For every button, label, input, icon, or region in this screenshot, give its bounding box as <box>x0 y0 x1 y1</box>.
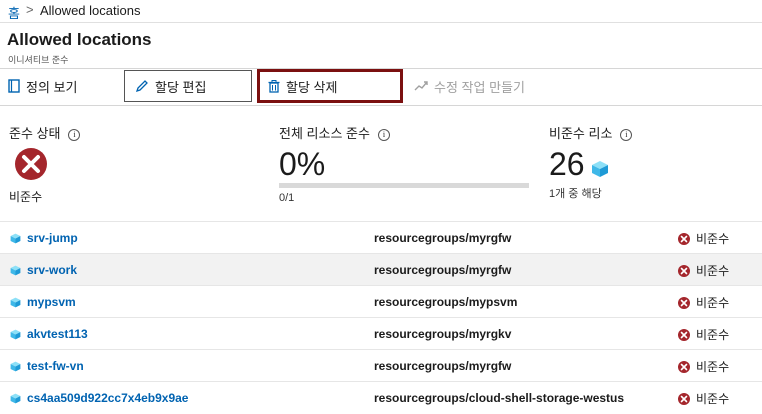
create-remediation-label: 수정 작업 만들기 <box>434 79 525 95</box>
cube-icon <box>10 265 21 275</box>
resource-group: resourcegroups/myrgfw <box>374 263 512 277</box>
info-icon[interactable]: i <box>620 129 633 141</box>
compliance-state-value: 비준수 <box>9 190 43 204</box>
status-label: 비준수 <box>696 264 730 278</box>
trend-icon <box>414 81 428 91</box>
edit-assignment-label: 할당 편집 <box>155 79 207 95</box>
cube-icon <box>10 393 21 403</box>
resource-group: resourcegroups/cloud-shell-storage-westu… <box>374 391 625 405</box>
error-icon <box>678 232 690 245</box>
resource-group: resourcegroups/myrgfw <box>374 359 512 373</box>
resource-name: srv-jump <box>27 231 78 245</box>
cube-icon <box>592 161 608 177</box>
error-icon <box>678 328 690 341</box>
error-icon <box>15 148 47 180</box>
status-label: 비준수 <box>696 232 730 246</box>
table-row[interactable]: akvtest113 resourcegroups/myrgkv 비준수 <box>0 317 762 350</box>
breadcrumb-home-link[interactable]: 홈 <box>8 3 20 22</box>
status-badge: 비준수 <box>678 326 729 343</box>
noncompliant-resources-label: 비준수 리소 <box>549 126 613 141</box>
error-icon <box>678 264 690 277</box>
resource-compliance-fraction: 0/1 <box>279 192 295 204</box>
resource-name-link[interactable]: mypsvm <box>10 295 76 309</box>
compliance-state-section: 준수 상태 i <box>9 123 81 142</box>
error-icon <box>678 296 690 309</box>
error-icon <box>678 360 690 373</box>
cube-icon <box>10 329 21 339</box>
resource-name-link[interactable]: srv-work <box>10 263 77 277</box>
resource-name: akvtest113 <box>27 327 88 341</box>
cube-icon <box>10 233 21 243</box>
table-row[interactable]: test-fw-vn resourcegroups/myrgfw 비준수 <box>0 349 762 382</box>
resource-group: resourcegroups/mypsvm <box>374 295 518 309</box>
trash-icon <box>268 79 280 93</box>
noncompliant-resources-section: 비준수 리소 i <box>549 123 633 142</box>
noncompliant-count: 26 <box>549 146 585 182</box>
document-icon <box>8 79 20 93</box>
resource-group: resourcegroups/myrgfw <box>374 231 512 245</box>
noncompliant-sub: 1개 중 해당 <box>549 188 602 200</box>
resource-group: resourcegroups/myrgkv <box>374 327 512 341</box>
delete-assignment-label: 할당 삭제 <box>286 79 338 95</box>
view-definition-label: 정의 보기 <box>26 79 78 95</box>
cube-icon <box>10 297 21 307</box>
status-badge: 비준수 <box>678 294 729 311</box>
resource-name-link[interactable]: cs4aa509d922cc7x4eb9x9ae <box>10 391 188 405</box>
status-label: 비준수 <box>696 328 730 342</box>
resource-name-link[interactable]: akvtest113 <box>10 327 88 341</box>
compliance-state-label: 준수 상태 <box>9 126 61 141</box>
resource-name-link[interactable]: test-fw-vn <box>10 359 84 373</box>
breadcrumb: 홈 > Allowed locations <box>0 0 762 23</box>
resource-compliance-percent: 0% <box>279 146 326 182</box>
breadcrumb-separator-icon: > <box>26 2 34 17</box>
resource-name: test-fw-vn <box>27 359 84 373</box>
create-remediation-button[interactable]: 수정 작업 만들기 <box>414 69 525 103</box>
status-badge: 비준수 <box>678 390 729 407</box>
pencil-icon <box>135 80 148 93</box>
table-row[interactable]: cs4aa509d922cc7x4eb9x9ae resourcegroups/c… <box>0 381 762 414</box>
status-label: 비준수 <box>696 392 730 406</box>
page-title: Allowed locations <box>7 30 152 49</box>
error-icon <box>678 392 690 405</box>
status-badge: 비준수 <box>678 230 729 247</box>
page-subtitle: 이니셔티브 준수 <box>8 55 69 65</box>
status-badge: 비준수 <box>678 358 729 375</box>
delete-assignment-button[interactable]: 할당 삭제 <box>257 69 403 103</box>
breadcrumb-current: Allowed locations <box>40 3 141 18</box>
resource-name: mypsvm <box>27 295 76 309</box>
table-row[interactable]: srv-work resourcegroups/myrgfw 비준수 <box>0 253 762 286</box>
resource-compliance-label: 전체 리소스 준수 <box>279 126 370 141</box>
compliance-progress-bar <box>279 183 529 188</box>
status-badge: 비준수 <box>678 262 729 279</box>
resource-name-link[interactable]: srv-jump <box>10 231 78 245</box>
table-row[interactable]: mypsvm resourcegroups/mypsvm 비준수 <box>0 285 762 318</box>
cube-icon <box>10 361 21 371</box>
resource-name: cs4aa509d922cc7x4eb9x9ae <box>27 391 189 405</box>
status-label: 비준수 <box>696 360 730 374</box>
info-icon[interactable]: i <box>377 129 390 141</box>
resource-compliance-section: 전체 리소스 준수 i <box>279 123 390 142</box>
view-definition-button[interactable]: 정의 보기 <box>8 69 77 103</box>
resource-name: srv-work <box>27 263 78 277</box>
status-label: 비준수 <box>696 296 730 310</box>
table-row[interactable]: srv-jump resourcegroups/myrgfw 비준수 <box>0 221 762 254</box>
toolbar: 정의 보기 할당 편집 할당 삭제 수정 작업 만들기 <box>0 68 762 106</box>
info-icon[interactable]: i <box>68 129 81 141</box>
edit-assignment-button[interactable]: 할당 편집 <box>124 70 252 102</box>
